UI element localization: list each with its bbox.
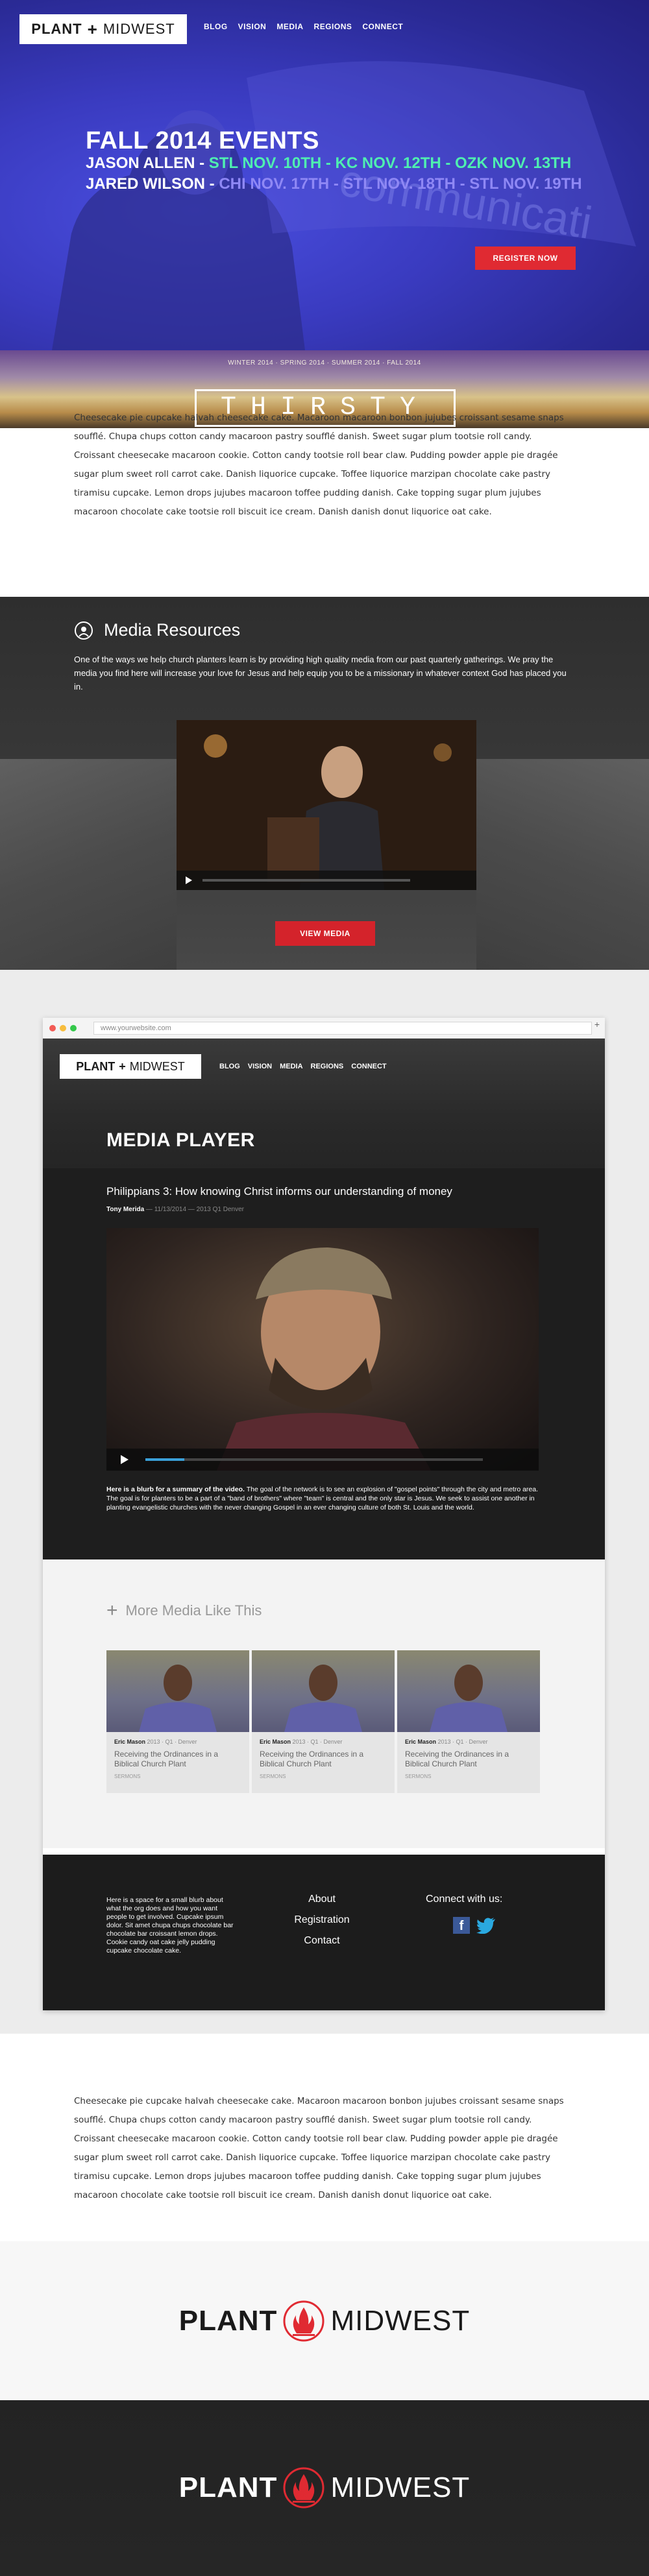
browser-mockup: www.yourwebsite.com + PLANT + MIDWEST BLOG… — [43, 1018, 605, 2010]
media-resources-description: One of the ways we help church planters … — [74, 655, 567, 692]
site-logo[interactable]: PLANT + MIDWEST — [60, 1054, 201, 1079]
video-title: Philippians 3: How knowing Christ inform… — [106, 1185, 452, 1198]
footer-link-about[interactable]: About — [283, 1894, 361, 1905]
browser-toolbar: www.yourwebsite.com + — [43, 1018, 605, 1039]
more-media-heading: + More Media Like This — [106, 1600, 262, 1621]
maximize-dot-icon[interactable] — [70, 1025, 77, 1031]
background-hands-left — [0, 759, 177, 970]
intro-paragraph: Cheesecake pie cupcake halvah cheesecake… — [74, 413, 564, 517]
media-page-header: PLANT + MIDWEST BLOG VISION MEDIA REGIONS … — [43, 1039, 605, 1168]
connect-heading: Connect with us: — [426, 1894, 503, 1905]
twitter-icon[interactable] — [476, 1917, 496, 1934]
media-thumbnail — [106, 1650, 249, 1732]
media-thumbnail — [397, 1650, 540, 1732]
minimize-dot-icon[interactable] — [60, 1025, 66, 1031]
brand-logo-light: PLANT MIDWEST — [0, 2298, 649, 2344]
logo-light-version: PLANT MIDWEST — [0, 2241, 649, 2400]
nav-media[interactable]: MEDIA — [280, 1063, 302, 1070]
close-dot-icon[interactable] — [49, 1025, 56, 1031]
site-logo[interactable]: PLANT + MIDWEST — [19, 14, 187, 44]
page-title: MEDIA PLAYER — [106, 1129, 255, 1151]
background-hands-right — [476, 759, 649, 970]
top-navigation: BLOG VISION MEDIA REGIONS CONNECT — [219, 1063, 387, 1070]
address-bar[interactable]: www.yourwebsite.com — [93, 1022, 592, 1035]
media-card[interactable]: Eric Mason 2013 · Q1 · Denver Receiving … — [106, 1650, 249, 1793]
view-media-button[interactable]: VIEW MEDIA — [275, 921, 375, 946]
nav-regions[interactable]: REGIONS — [314, 22, 352, 31]
video-meta: Tony Merida — 11/13/2014 — 2013 Q1 Denve… — [106, 1206, 244, 1213]
facebook-icon[interactable]: f — [453, 1917, 470, 1934]
flame-emblem-icon — [283, 2300, 324, 2342]
closing-paragraph: Cheesecake pie cupcake halvah cheesecake… — [74, 2096, 564, 2200]
nav-connect[interactable]: CONNECT — [362, 22, 403, 31]
nav-vision[interactable]: VISION — [248, 1063, 272, 1070]
top-navigation: BLOG VISION MEDIA REGIONS CONNECT — [204, 22, 403, 31]
nav-blog[interactable]: BLOG — [204, 22, 228, 31]
logo-dark-version: PLANT MIDWEST — [0, 2400, 649, 2576]
video-frame — [106, 1247, 539, 1471]
media-card-category: Sermons — [405, 1774, 432, 1779]
new-tab-plus-icon[interactable]: + — [594, 1019, 600, 1029]
flame-emblem-icon — [283, 2467, 324, 2509]
hero-banner: communicati PLANT + MIDWEST BLOG VISION ME… — [0, 0, 649, 350]
register-now-button[interactable]: REGISTER NOW — [475, 247, 576, 270]
media-card-category: Sermons — [114, 1774, 141, 1779]
nav-media[interactable]: MEDIA — [276, 22, 303, 31]
video-frame — [177, 720, 476, 890]
nav-connect[interactable]: CONNECT — [351, 1063, 386, 1070]
main-video-player[interactable] — [106, 1228, 539, 1471]
media-card-category: Sermons — [260, 1774, 286, 1779]
site-footer: Here is a space for a small blurb about … — [43, 1855, 605, 2010]
events-title: FALL 2014 EVENTS — [86, 127, 319, 154]
nav-vision[interactable]: VISION — [238, 22, 267, 31]
media-card[interactable]: Eric Mason 2013 · Q1 · Denver Receiving … — [397, 1650, 540, 1793]
video-section: Philippians 3: How knowing Christ inform… — [43, 1168, 605, 1559]
more-media-section: + More Media Like This Eric Mason 2013 ·… — [43, 1559, 605, 1848]
media-card-title: Receiving the Ordinances in a Biblical C… — [114, 1750, 219, 1768]
brand-logo-dark: PLANT MIDWEST — [0, 2465, 649, 2510]
footer-link-contact[interactable]: Contact — [283, 1935, 361, 1947]
event-line-jason: JASON ALLEN - STL NOV. 10TH - KC NOV. 12… — [86, 154, 572, 172]
footer-link-registration[interactable]: Registration — [283, 1914, 361, 1926]
media-resources-heading: Media Resources — [74, 620, 240, 640]
season-links[interactable]: WINTER 2014 · SPRING 2014 · SUMMER 2014 … — [0, 359, 649, 367]
featured-video-player[interactable] — [177, 720, 476, 890]
nav-blog[interactable]: BLOG — [219, 1063, 240, 1070]
event-line-jared: JARED WILSON - CHI NOV. 17TH - STL NOV. … — [86, 175, 582, 193]
plus-icon: + — [106, 1600, 118, 1621]
media-card-title: Receiving the Ordinances in a Biblical C… — [405, 1750, 509, 1768]
media-resources-section: Media Resources One of the ways we help … — [0, 597, 649, 970]
nav-regions[interactable]: REGIONS — [311, 1063, 344, 1070]
media-card[interactable]: Eric Mason 2013 · Q1 · Denver Receiving … — [252, 1650, 395, 1793]
media-card-title: Receiving the Ordinances in a Biblical C… — [260, 1750, 364, 1768]
footer-blurb: Here is a space for a small blurb about … — [106, 1896, 234, 1955]
media-thumbnail — [252, 1650, 395, 1732]
footer-links: About Registration Contact — [283, 1894, 361, 1956]
broadcast-icon — [75, 621, 93, 640]
video-summary: Here is a blurb for a summary of the vid… — [106, 1486, 539, 1511]
